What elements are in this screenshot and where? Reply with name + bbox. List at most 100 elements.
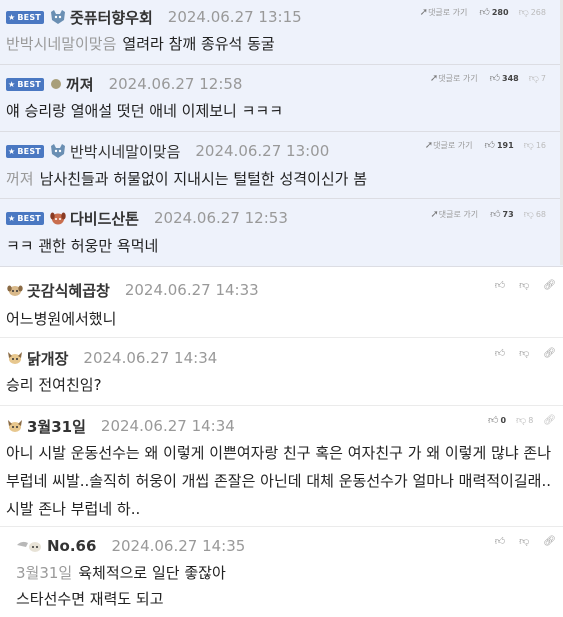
thumbs-up-icon[interactable]: 👍︎ xyxy=(495,535,505,547)
comment-text: 열려라 참깨 종유석 동굴 xyxy=(122,35,275,53)
comment-actions: ➚ 댓글로 가기 👍︎ 280 👎︎ 268 xyxy=(420,6,556,19)
like-count: 191 xyxy=(496,140,514,150)
comment-item: ★ BEST 줏퓨터향우회 2024.06.27 13:15 ➚ 댓글로 가기 👍︎… xyxy=(0,0,563,65)
comment-item: 닭개장 2024.06.27 14:34 👍︎ 👎︎ 🔗︎ 승리 전여친임? xyxy=(0,338,563,406)
comment-body: 아니 시발 운동선수는 왜 이렇게 이쁜여자랑 친구 혹은 여자친구 가 왜 이… xyxy=(6,439,554,523)
comment-date: 2024.06.27 13:00 xyxy=(195,142,330,160)
comment-actions: 👍︎ 👎︎ 🔗︎ xyxy=(481,279,556,292)
link-icon[interactable]: 🔗︎ xyxy=(543,415,556,426)
comment-text: 어느병원에서했니 xyxy=(6,310,117,328)
comment-body: 꺼져 남사친들과 허물없이 지내시는 털털한 성격이신가 봄 xyxy=(6,169,367,189)
thumbs-down-icon[interactable]: 👎︎ xyxy=(519,535,529,547)
dog-icon xyxy=(49,210,67,226)
thumbs-down-icon[interactable]: 👎︎ xyxy=(519,6,529,18)
comment-body: 반박시네말이맞음 열려라 참깨 종유석 동굴 xyxy=(6,34,275,54)
comment-author[interactable]: No.66 xyxy=(47,537,96,555)
comment-actions: ➚ 댓글로 가기 👍︎ 191 👎︎ 16 xyxy=(425,139,556,152)
comment-date: 2024.06.27 13:15 xyxy=(167,8,302,26)
comment-reply: No.66 2024.06.27 14:35 👍︎ 👎︎ 🔗︎ 3월31일 육체적… xyxy=(0,527,563,617)
dislike-count: 68 xyxy=(535,209,546,219)
comment-author[interactable]: 반박시네말이맞음 xyxy=(70,141,180,162)
comment-text: 육체적으로 일단 좋잖아 xyxy=(78,564,226,582)
like-count: 280 xyxy=(491,7,509,17)
thumbs-down-icon[interactable]: 👎︎ xyxy=(524,139,534,151)
thumbs-up-icon[interactable]: 👍︎ xyxy=(488,414,498,426)
comment-author[interactable]: 닭개장 xyxy=(27,348,68,369)
thumbs-down-icon[interactable]: 👎︎ xyxy=(519,279,529,291)
comment-actions: 👍︎ 👎︎ 🔗︎ xyxy=(481,347,556,360)
arrow-icon[interactable]: ➚ xyxy=(425,140,433,151)
comment-item: ★ BEST 반박시네말이맞음 2024.06.27 13:00 ➚ 댓글로 가기 … xyxy=(0,132,563,199)
thumbs-up-icon[interactable]: 👍︎ xyxy=(485,139,495,151)
star-icon: ★ xyxy=(8,79,16,89)
comment-item: 곳감식혜곱창 2024.06.27 14:33 👍︎ 👎︎ 🔗︎ 어느병원에서했… xyxy=(0,270,563,338)
dog-icon xyxy=(16,539,44,553)
comment-author[interactable]: 3월31일 xyxy=(27,416,86,437)
comment-item: 3월31일 2024.06.27 14:34 👍︎ 0 👎︎ 8 🔗︎ 아니 시발 … xyxy=(0,406,563,527)
comment-author[interactable]: 다비드산톤 xyxy=(70,208,139,229)
dislike-count: 8 xyxy=(528,415,534,425)
dog-icon xyxy=(6,419,24,433)
dot-icon xyxy=(49,77,63,91)
comment-date: 2024.06.27 12:53 xyxy=(153,209,288,227)
comment-text: 승리 전여친임? xyxy=(6,376,102,394)
comment-body: ㅋㅋ 괜한 허웅만 욕먹네 xyxy=(6,236,158,256)
arrow-icon[interactable]: ➚ xyxy=(420,7,428,18)
cat-icon xyxy=(49,9,67,25)
thumbs-up-icon[interactable]: 👍︎ xyxy=(495,279,505,291)
comment-author[interactable]: 줏퓨터향우회 xyxy=(70,7,153,28)
comment-body-line2: 스타선수면 재력도 되고 xyxy=(16,589,164,609)
reply-link[interactable]: 댓글로 가기 xyxy=(438,73,477,84)
comment-actions: ➚ 댓글로 가기 👍︎ 73 👎︎ 68 xyxy=(430,208,556,221)
comment-body: 어느병원에서했니 xyxy=(6,309,116,329)
comment-date: 2024.06.27 12:58 xyxy=(108,75,243,93)
reply-mention[interactable]: 반박시네말이맞음 xyxy=(6,35,116,53)
link-icon[interactable]: 🔗︎ xyxy=(543,536,556,547)
comment-date: 2024.06.27 14:34 xyxy=(100,417,235,435)
comment-author[interactable]: 곳감식혜곱창 xyxy=(27,280,110,301)
reply-link[interactable]: 댓글로 가기 xyxy=(433,140,472,151)
star-icon: ★ xyxy=(8,213,16,223)
comment-text: 스타선수면 재력도 되고 xyxy=(16,590,164,608)
comment-text: ㅋㅋ 괜한 허웅만 욕먹네 xyxy=(6,237,159,255)
comment-author[interactable]: 꺼져 xyxy=(66,74,94,95)
thumbs-up-icon[interactable]: 👍︎ xyxy=(490,72,500,84)
link-icon[interactable]: 🔗︎ xyxy=(543,348,556,359)
comment-actions: 👍︎ 👎︎ 🔗︎ xyxy=(481,535,556,548)
comment-item: ★ BEST 다비드산톤 2024.06.27 12:53 ➚ 댓글로 가기 👍︎ 7… xyxy=(0,199,563,267)
comment-actions: 👍︎ 0 👎︎ 8 🔗︎ xyxy=(488,414,556,427)
star-icon: ★ xyxy=(8,12,16,22)
dog-icon xyxy=(6,351,24,365)
thumbs-down-icon[interactable]: 👎︎ xyxy=(516,414,526,426)
best-badge: ★ BEST xyxy=(6,10,44,24)
comment-text: 얘 승리랑 열애설 떳던 애네 이제보니 ㅋㅋㅋ xyxy=(6,102,284,120)
comment-text: 남사친들과 허물없이 지내시는 털털한 성격이신가 봄 xyxy=(39,170,368,188)
reply-link[interactable]: 댓글로 가기 xyxy=(439,209,478,220)
comment-date: 2024.06.27 14:34 xyxy=(83,349,218,367)
thumbs-down-icon[interactable]: 👎︎ xyxy=(519,347,529,359)
arrow-icon[interactable]: ➚ xyxy=(430,209,438,220)
comment-body: 3월31일 육체적으로 일단 좋잖아 xyxy=(16,563,226,583)
best-badge: ★ BEST xyxy=(6,211,44,225)
dislike-count: 268 xyxy=(530,7,546,17)
thumbs-down-icon[interactable]: 👎︎ xyxy=(529,72,539,84)
comment-date: 2024.06.27 14:33 xyxy=(124,281,259,299)
thumbs-up-icon[interactable]: 👍︎ xyxy=(495,347,505,359)
best-badge: ★ BEST xyxy=(6,77,44,91)
like-count: 0 xyxy=(500,415,507,425)
dog-icon xyxy=(6,283,24,297)
reply-mention[interactable]: 3월31일 xyxy=(16,564,72,582)
arrow-icon[interactable]: ➚ xyxy=(430,73,438,84)
thumbs-down-icon[interactable]: 👎︎ xyxy=(524,208,534,220)
thumbs-up-icon[interactable]: 👍︎ xyxy=(479,6,489,18)
comment-date: 2024.06.27 14:35 xyxy=(111,537,246,555)
reply-link[interactable]: 댓글로 가기 xyxy=(428,7,467,18)
cat-icon xyxy=(49,143,67,159)
dislike-count: 7 xyxy=(540,73,546,83)
comment-item: ★ BEST 꺼져 2024.06.27 12:58 ➚ 댓글로 가기 👍︎ 348 … xyxy=(0,65,563,132)
comment-text: 아니 시발 운동선수는 왜 이렇게 이쁜여자랑 친구 혹은 여자친구 가 왜 이… xyxy=(6,444,551,518)
thumbs-up-icon[interactable]: 👍︎ xyxy=(490,208,500,220)
best-badge: ★ BEST xyxy=(6,144,44,158)
link-icon[interactable]: 🔗︎ xyxy=(543,280,556,291)
reply-mention[interactable]: 꺼져 xyxy=(6,170,34,188)
